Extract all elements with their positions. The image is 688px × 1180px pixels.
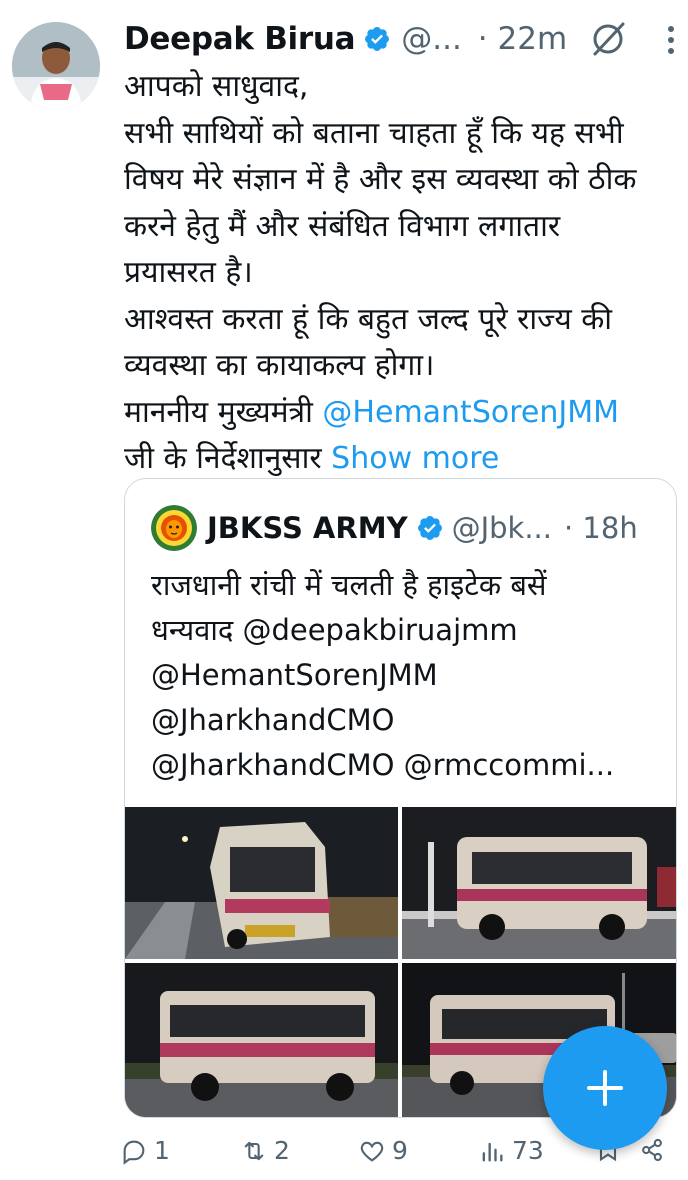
quoted-line: @JharkhandCMO (151, 703, 395, 737)
bus-photo-3[interactable] (125, 963, 398, 1117)
tweet-text-segment: जी के निर्देशानुसार (124, 441, 332, 476)
profile-photo-icon (12, 22, 100, 110)
bus-photo-1[interactable] (125, 807, 398, 959)
views-count: 73 (512, 1136, 544, 1165)
heart-icon (360, 1141, 384, 1162)
like-count: 9 (392, 1136, 408, 1165)
tweet-line: करने हेतु मैं और संबंधित विभाग लगातार (124, 208, 561, 244)
quoted-line: धन्यवाद @deepakbiruajmm (151, 608, 661, 653)
tweet-text: आपको साधुवाद, सभी साथियों को बताना चाहता… (124, 64, 664, 483)
tweet-line: व्यवस्था का कायाकल्प होगा। (124, 348, 435, 383)
tweet-time[interactable]: · 22m (478, 21, 567, 57)
views-icon (482, 1142, 503, 1161)
more-options-icon[interactable] (658, 20, 684, 60)
quoted-author-name[interactable]: JBKSS ARMY (207, 511, 408, 545)
tweet-line: सभी साथियों को बताना चाहता हूँ कि यह सभी (124, 115, 624, 151)
repost-icon (244, 1141, 264, 1160)
quoted-author-handle[interactable]: @Jbk... (452, 511, 552, 545)
tweet-header: Deepak Birua @... · 22m (124, 14, 674, 64)
mention-link: @deepakbiruajmm (242, 613, 518, 647)
quoted-line: राजधानी रांची में चलती है हाइटेक बसें (151, 568, 547, 602)
reply-count: 1 (154, 1136, 170, 1165)
tweet-line: आश्वस्त करता हूं कि बहुत जल्द पूरे राज्य… (124, 301, 613, 337)
plus-icon (587, 1070, 623, 1106)
show-more-link[interactable]: Show more (331, 441, 499, 476)
repost-button[interactable]: 2 (240, 1136, 290, 1165)
like-button[interactable]: 9 (358, 1136, 408, 1165)
quoted-text-segment: @rmccommi... (394, 748, 615, 782)
reply-icon (123, 1140, 145, 1165)
tweet-line: जी के निर्देशानुसार Show more (124, 436, 664, 483)
views-button[interactable]: 73 (478, 1136, 544, 1165)
quoted-text-segment: @JharkhandCMO (151, 748, 395, 782)
mention-link[interactable]: @HemantSorenJMM (322, 395, 619, 430)
tweet-text-segment: माननीय मुख्यमंत्री (124, 394, 323, 430)
verified-badge-icon (363, 25, 391, 53)
author-name[interactable]: Deepak Birua (124, 21, 356, 57)
compose-button[interactable] (543, 1026, 667, 1150)
repost-count: 2 (274, 1136, 290, 1165)
reply-button[interactable]: 1 (120, 1136, 170, 1165)
bus-photo-2[interactable] (402, 807, 676, 959)
quoted-tweet[interactable]: JBKSS ARMY @Jbk... · 18h राजधानी रांची म… (124, 478, 677, 1118)
quoted-line: @HemantSorenJMM (151, 658, 438, 692)
tweet-line: विषय मेरे संज्ञान में है और इस व्यवस्था … (124, 162, 637, 197)
quoted-tweet-header: JBKSS ARMY @Jbk... · 18h (151, 503, 638, 553)
quoted-line: @JharkhandCMO @rmccommi... (151, 743, 661, 788)
share-icon (642, 1138, 662, 1162)
quoted-time[interactable]: · 18h (564, 511, 638, 545)
share-button[interactable] (638, 1136, 672, 1164)
jbkss-logo-icon[interactable] (151, 505, 197, 551)
author-avatar[interactable] (12, 22, 100, 110)
quoted-text-segment: धन्यवाद (151, 613, 243, 647)
tweet-line: आपको साधुवाद, (124, 69, 309, 104)
tweet-line: प्रयासरत है। (124, 255, 253, 290)
quoted-tweet-text: राजधानी रांची में चलती है हाइटेक बसें धन… (151, 563, 661, 788)
grok-icon[interactable] (589, 20, 627, 58)
tweet-line: माननीय मुख्यमंत्री @HemantSorenJMM (124, 390, 664, 437)
verified-badge-icon (416, 514, 444, 542)
author-handle[interactable]: @... (401, 21, 462, 57)
